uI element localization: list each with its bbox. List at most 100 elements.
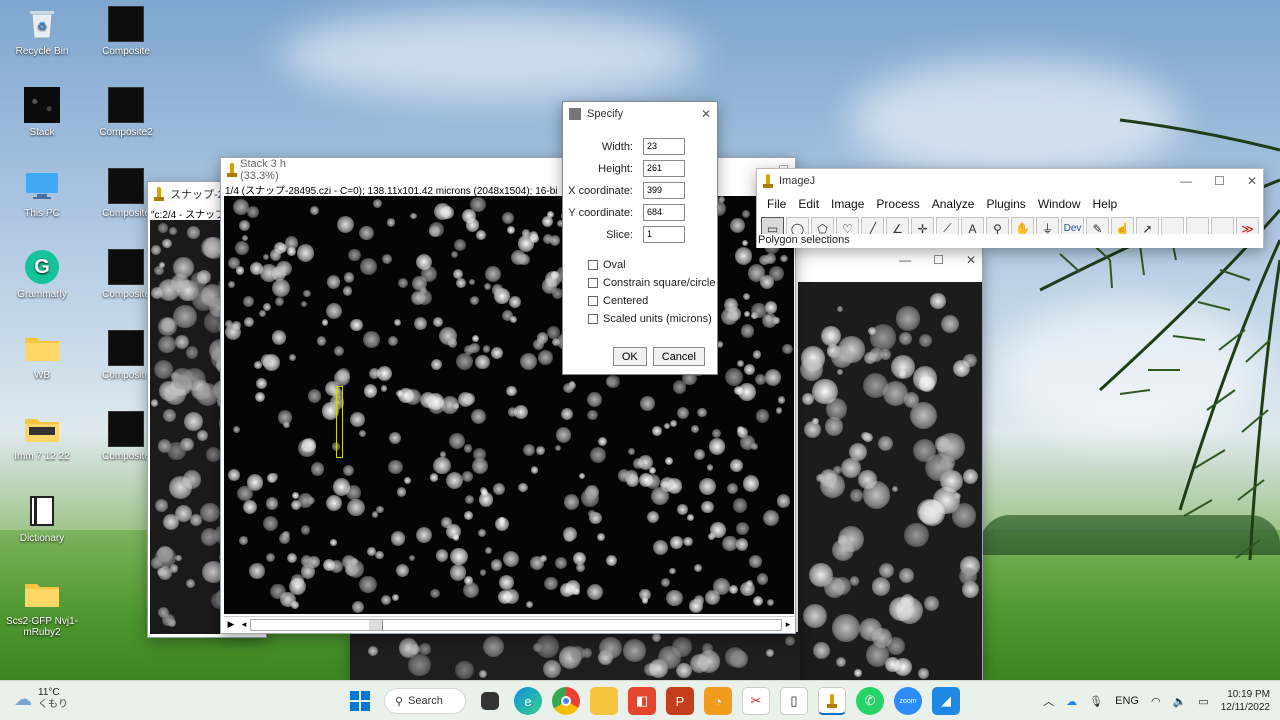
office-icon[interactable]: ◧ xyxy=(628,687,656,715)
y-label: Y coordinate: xyxy=(568,206,633,219)
microphone-icon[interactable]: 🎙 xyxy=(1089,695,1103,708)
scrollbar-thumb[interactable] xyxy=(369,619,383,630)
desktop-icon-this-pc[interactable]: This PC xyxy=(2,168,82,219)
maximize-icon[interactable]: ☐ xyxy=(1214,174,1225,188)
zoom-icon[interactable]: zoom xyxy=(894,687,922,715)
right-image-window[interactable]: — ☐ ✕ xyxy=(795,247,983,680)
checkbox-box[interactable] xyxy=(588,278,598,288)
wifi-icon[interactable]: ◠ xyxy=(1151,695,1161,708)
cell-spot xyxy=(262,516,278,532)
battery-icon[interactable]: ▭ xyxy=(1198,695,1208,708)
minimize-icon[interactable]: — xyxy=(1180,174,1192,188)
app-icon[interactable]: ◔ xyxy=(704,687,732,715)
menu-window[interactable]: Window xyxy=(1032,195,1087,213)
powerpoint-icon[interactable]: P xyxy=(666,687,694,715)
close-icon[interactable]: ✕ xyxy=(701,107,711,121)
cell-spot xyxy=(563,494,580,511)
window-titlebar[interactable]: ImageJ — ☐ ✕ xyxy=(757,169,1263,193)
close-icon[interactable]: ✕ xyxy=(966,253,976,267)
arrow-left-icon[interactable]: ◂ xyxy=(238,619,250,630)
cell-spot xyxy=(764,369,782,386)
file-explorer-icon[interactable] xyxy=(590,687,618,715)
scrollbar-track[interactable] xyxy=(250,618,782,631)
checkbox-box[interactable] xyxy=(588,260,598,270)
cancel-button[interactable]: Cancel xyxy=(652,347,705,366)
menu-process[interactable]: Process xyxy=(870,195,925,213)
height-row: Height: 261 xyxy=(563,160,717,177)
cell-spot xyxy=(576,563,585,572)
y-coordinate-field[interactable]: 684 xyxy=(643,204,685,221)
slice-field[interactable]: 1 xyxy=(643,226,685,243)
desktop-icon-recycle-bin[interactable]: ♻ Recycle Bin xyxy=(2,6,82,57)
start-button[interactable] xyxy=(346,687,374,715)
imagej-taskbar-icon[interactable] xyxy=(818,687,846,715)
desktop-icon-grammarly[interactable]: G Grammarly xyxy=(2,249,82,300)
cell-spot xyxy=(599,637,622,660)
centered-checkbox[interactable]: Centered xyxy=(588,295,717,307)
rectangle-selection[interactable] xyxy=(336,386,343,458)
dictionary-icon[interactable]: ▯ xyxy=(780,687,808,715)
cell-spot xyxy=(249,563,265,579)
checkbox-box[interactable] xyxy=(588,296,598,306)
specify-dialog[interactable]: Specify ✕ Width: 23 Height: 261 X coordina… xyxy=(562,101,718,375)
desktop-icon-scs2[interactable]: Scs2-GFP Nvj1-mRuby2 xyxy=(2,576,82,638)
microscopy-image[interactable] xyxy=(798,282,982,680)
lower-image-window[interactable] xyxy=(350,632,800,680)
maximize-icon[interactable]: ☐ xyxy=(933,253,944,267)
constrain-checkbox[interactable]: Constrain square/circle xyxy=(588,277,717,289)
close-icon[interactable]: ✕ xyxy=(1247,174,1257,188)
slice-scrollbar[interactable]: ▶ ◂ ▸ xyxy=(224,616,794,632)
checkbox-box[interactable] xyxy=(588,314,598,324)
cell-spot xyxy=(265,497,279,510)
desktop-icon-composite2[interactable]: Composite2 xyxy=(86,87,166,138)
chrome-icon[interactable] xyxy=(552,687,580,715)
desktop-icon-dictionary[interactable]: Dictionary xyxy=(2,493,82,544)
arrow-right-icon[interactable]: ▸ xyxy=(782,619,794,630)
width-field[interactable]: 23 xyxy=(643,138,685,155)
taskbar-search[interactable]: ⚲ Search xyxy=(384,688,466,714)
desktop-icon-imm[interactable]: Imm 7 12 22 xyxy=(2,411,82,462)
desktop-icon-wb[interactable]: WB xyxy=(2,330,82,381)
status-text: Polygon selections xyxy=(758,234,850,246)
menu-file[interactable]: File xyxy=(761,195,792,213)
image-thumbnail-icon xyxy=(108,168,144,204)
edge-icon[interactable]: e xyxy=(514,687,542,715)
oval-checkbox[interactable]: Oval xyxy=(588,259,717,271)
whatsapp-icon[interactable]: ✆ xyxy=(856,687,884,715)
minimize-icon[interactable]: — xyxy=(899,253,911,267)
height-field[interactable]: 261 xyxy=(643,160,685,177)
task-view-icon[interactable] xyxy=(481,692,499,710)
desktop-icon-composite[interactable]: Composite xyxy=(86,6,166,57)
menu-plugins[interactable]: Plugins xyxy=(980,195,1031,213)
menu-help[interactable]: Help xyxy=(1087,195,1124,213)
clock[interactable]: 10:19 PM 12/11/2022 xyxy=(1221,688,1270,714)
cell-spot xyxy=(742,209,751,218)
cell-spot xyxy=(764,252,777,264)
cell-spot xyxy=(479,569,486,576)
play-icon[interactable]: ▶ xyxy=(224,619,238,630)
weather-widget[interactable]: ☁ 11°C くもり xyxy=(14,687,68,711)
cell-spot xyxy=(735,538,749,551)
snipping-tool-icon[interactable]: ✂ xyxy=(742,687,770,715)
cell-spot xyxy=(689,653,709,673)
desktop-icon-stack[interactable]: Stack xyxy=(2,87,82,138)
cell-spot xyxy=(837,368,844,375)
app-icon[interactable]: ◢ xyxy=(932,687,960,715)
cell-spot xyxy=(161,238,172,249)
onedrive-icon[interactable]: ☁ xyxy=(1066,695,1077,708)
menu-image[interactable]: Image xyxy=(825,195,870,213)
ok-button[interactable]: OK xyxy=(612,347,647,366)
window-titlebar[interactable]: — ☐ ✕ xyxy=(796,248,982,272)
scaled-units-checkbox[interactable]: Scaled units (microns) xyxy=(588,313,717,325)
microscopy-image[interactable] xyxy=(350,632,800,680)
cell-spot xyxy=(415,527,433,544)
cell-spot xyxy=(162,409,176,423)
menu-analyze[interactable]: Analyze xyxy=(926,195,981,213)
dialog-titlebar[interactable]: Specify ✕ xyxy=(563,102,717,126)
volume-icon[interactable]: 🔈 xyxy=(1173,695,1187,708)
language-indicator[interactable]: ENG xyxy=(1115,695,1139,707)
chevron-up-icon[interactable]: ︿ xyxy=(1043,693,1054,709)
cell-spot xyxy=(781,343,793,355)
menu-edit[interactable]: Edit xyxy=(792,195,825,213)
x-coordinate-field[interactable]: 399 xyxy=(643,182,685,199)
